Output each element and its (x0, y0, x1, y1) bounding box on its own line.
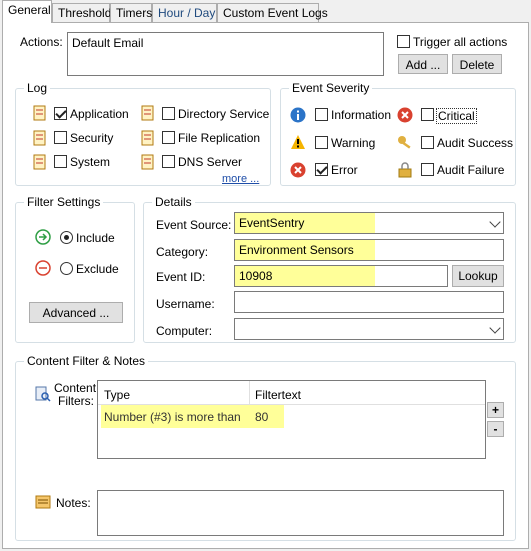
log-security-label: Security (70, 131, 114, 145)
tab-bar: General Threshold Timers Hour / Day Cust… (0, 0, 531, 23)
actions-list[interactable]: Default Email (67, 32, 384, 76)
more-logs-link[interactable]: more ... (222, 173, 259, 185)
log-icon (33, 105, 46, 121)
log-icon (33, 130, 46, 146)
content-filter-title: Content Filter & Notes (24, 354, 149, 368)
include-label: Include (76, 231, 115, 245)
log-security-checkbox[interactable] (54, 131, 67, 144)
log-dns-label: DNS Server (178, 155, 243, 169)
log-file-replication-label: File Replication (178, 131, 261, 145)
trigger-all-checkbox[interactable] (397, 35, 410, 48)
advanced-button[interactable]: Advanced ... (29, 302, 123, 323)
exclude-icon (35, 260, 51, 276)
tab-hour-day[interactable]: Hour / Day (152, 3, 217, 22)
trigger-all-label: Trigger all actions (413, 35, 508, 49)
severity-error-checkbox[interactable] (315, 163, 328, 176)
log-dns-checkbox[interactable] (162, 155, 175, 168)
filter-settings-title: Filter Settings (24, 195, 104, 209)
key-icon (398, 136, 411, 149)
notes-label: Notes: (56, 496, 91, 510)
critical-icon (397, 107, 413, 123)
notes-icon (35, 495, 51, 509)
log-icon (33, 154, 46, 170)
chevron-down-icon (489, 216, 501, 228)
severity-audit-failure-checkbox[interactable] (421, 163, 434, 176)
severity-critical-label: Critical (436, 108, 477, 124)
severity-critical-checkbox[interactable] (421, 108, 434, 121)
log-application-label: Application (70, 107, 129, 121)
log-icon (141, 105, 154, 121)
actions-label: Actions: (20, 35, 63, 49)
row-filtertext-cell: 80 (255, 410, 269, 424)
log-system-label: System (70, 155, 111, 169)
chevron-down-icon (489, 322, 501, 334)
severity-audit-success-label: Audit Success (437, 136, 514, 150)
username-field[interactable] (234, 291, 504, 313)
severity-error-label: Error (331, 163, 358, 177)
category-label: Category: (156, 245, 209, 259)
include-radio[interactable] (60, 231, 73, 244)
tab-general[interactable]: General (2, 0, 52, 23)
table-header: Type Filtertext (98, 381, 485, 405)
event-id-label: Event ID: (156, 270, 206, 284)
log-title: Log (24, 81, 51, 95)
severity-information-checkbox[interactable] (315, 108, 328, 121)
computer-select[interactable] (234, 318, 504, 340)
content-filters-table[interactable]: Type Filtertext Number (#3) is more than… (97, 380, 486, 459)
lock-icon (398, 162, 412, 178)
event-source-select[interactable]: EventSentry (234, 212, 504, 234)
log-file-replication-checkbox[interactable] (162, 131, 175, 144)
log-system-checkbox[interactable] (54, 155, 67, 168)
add-button[interactable]: Add ... (398, 54, 448, 74)
category-value: Environment Sensors (235, 240, 375, 260)
event-id-field[interactable]: 10908 (234, 265, 448, 287)
tab-threshold[interactable]: Threshold (52, 3, 111, 22)
row-type-cell: Number (#3) is more than (104, 410, 241, 424)
severity-audit-failure-label: Audit Failure (437, 163, 505, 177)
exclude-label: Exclude (76, 262, 119, 276)
severity-warning-checkbox[interactable] (315, 136, 328, 149)
details-title: Details (152, 195, 195, 209)
exclude-radio[interactable] (60, 262, 73, 275)
severity-warning-label: Warning (331, 136, 376, 150)
remove-filter-button[interactable]: - (487, 421, 504, 437)
severity-audit-success-checkbox[interactable] (421, 136, 434, 149)
severity-title: Event Severity (289, 81, 373, 95)
delete-button[interactable]: Delete (452, 54, 502, 74)
include-icon (35, 229, 51, 245)
event-id-value: 10908 (235, 266, 375, 286)
add-filter-button[interactable]: + (487, 402, 504, 418)
error-icon (290, 162, 306, 178)
category-field[interactable]: Environment Sensors (234, 239, 504, 261)
log-icon (141, 154, 154, 170)
information-icon (290, 107, 306, 123)
event-source-value: EventSentry (235, 213, 375, 233)
log-directory-checkbox[interactable] (162, 107, 175, 120)
lookup-button[interactable]: Lookup (452, 265, 504, 287)
log-icon (141, 130, 154, 146)
col-type-header[interactable]: Type (104, 387, 130, 403)
content-filters-label: Content Filters: (54, 381, 97, 408)
severity-information-label: Information (331, 108, 392, 122)
notes-textarea[interactable] (97, 490, 504, 536)
filter-search-icon (35, 386, 51, 402)
tab-custom-event-logs[interactable]: Custom Event Logs (217, 3, 328, 22)
table-row[interactable]: Number (#3) is more than 80 (101, 405, 284, 428)
column-divider (249, 381, 250, 405)
actions-item[interactable]: Default Email (72, 36, 143, 50)
event-source-label: Event Source: (156, 218, 232, 232)
username-label: Username: (156, 297, 215, 311)
tab-timers[interactable]: Timers (110, 3, 152, 22)
col-filtertext-header[interactable]: Filtertext (255, 387, 301, 403)
log-application-checkbox[interactable] (54, 107, 67, 120)
computer-label: Computer: (156, 324, 213, 338)
log-directory-label: Directory Service (178, 107, 270, 121)
warning-icon (291, 135, 305, 149)
